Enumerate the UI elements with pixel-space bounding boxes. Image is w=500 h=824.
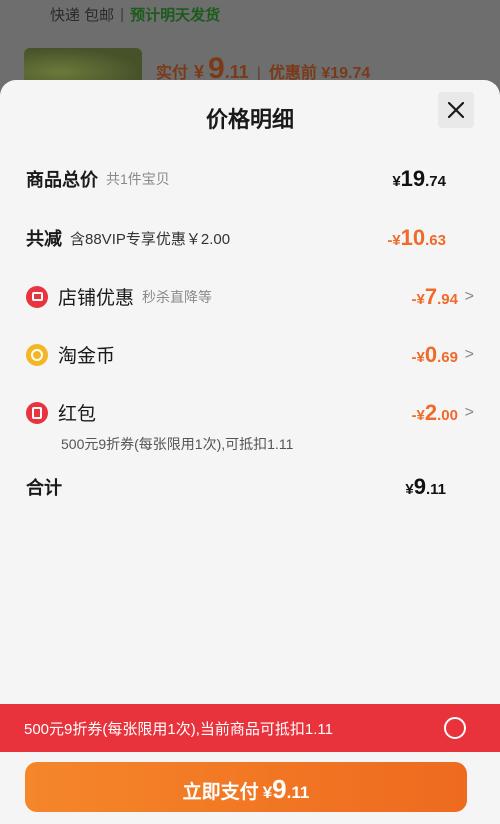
pay-dec: .11 <box>286 783 310 802</box>
discount-amount: -¥ 10 .63 <box>387 225 446 251</box>
row-total-price: 商品总价 共1件宝贝 ¥ 19 .74 <box>26 166 474 192</box>
discount-sub: 含88VIP专享优惠￥2.00 <box>70 230 231 248</box>
redpacket-detail: 500元9折券(每张限用1次),可抵扣1.11 <box>61 436 294 452</box>
total-currency: ¥ <box>392 173 401 190</box>
discount-label: 共减 <box>26 229 62 249</box>
shipping-separator: | <box>120 6 125 23</box>
close-button[interactable] <box>438 92 474 128</box>
coin-currency: -¥ <box>411 348 425 366</box>
total-int: 19 <box>400 166 426 191</box>
row-taojinbi[interactable]: 淘金币 -¥ 0 .69 > <box>26 341 474 368</box>
pay-int: 9 <box>272 774 287 804</box>
redpacket-int: 2 <box>424 399 438 425</box>
sum-amount: ¥ 9 .11 <box>405 474 446 500</box>
row-shop-discount[interactable]: 店铺优惠 秒杀直降等 -¥ 7 .94 > <box>26 283 474 310</box>
shop-int: 7 <box>424 283 438 309</box>
redpacket-label: 红包 <box>58 404 97 425</box>
shop-coupon-icon <box>26 285 48 308</box>
promo-text: 500元9折券(每张限用1次),当前商品可抵扣1.11 <box>24 720 333 738</box>
sum-label: 合计 <box>26 478 62 498</box>
coupon-promo-bar[interactable]: 500元9折券(每张限用1次),当前商品可抵扣1.11 <box>0 704 500 752</box>
total-sub: 共1件宝贝 <box>106 171 170 187</box>
row-red-packet[interactable]: 红包 -¥ 2 .00 > <box>26 399 474 426</box>
sheet-title: 价格明细 <box>205 107 294 132</box>
shop-currency: -¥ <box>411 290 425 308</box>
red-packet-icon <box>26 401 48 424</box>
shop-label: 店铺优惠 <box>58 288 135 309</box>
pay-label: 立即支付 <box>182 782 259 803</box>
row-sum: 合计 ¥ 9 .11 <box>26 474 474 500</box>
coin-int: 0 <box>424 341 438 367</box>
close-icon <box>447 101 465 119</box>
chevron-right-icon: > <box>464 345 474 363</box>
shipping-info: 快递 包邮 | 预计明天发货 <box>50 4 220 25</box>
chevron-right-icon: > <box>464 287 474 305</box>
redpacket-amount: -¥ 2 .00 <box>412 400 458 426</box>
coin-dec: .69 <box>437 348 458 366</box>
chevron-right-icon: > <box>464 403 474 421</box>
discount-dec: .63 <box>425 232 446 249</box>
shop-dec: .94 <box>437 290 458 308</box>
shipping-label: 快递 包邮 <box>50 7 115 24</box>
sum-int: 9 <box>413 474 426 499</box>
pay-currency: ¥ <box>262 783 273 802</box>
redpacket-dec: .00 <box>437 406 458 424</box>
coin-amount: -¥ 0 .69 <box>412 342 458 368</box>
ship-time: 预计明天发货 <box>130 7 221 24</box>
pay-now-button[interactable]: 立即支付 ¥ 9 .11 <box>25 762 467 812</box>
taojinbi-icon <box>26 343 48 366</box>
total-dec: .74 <box>425 173 446 190</box>
coupon-radio-toggle[interactable] <box>444 717 466 739</box>
sum-currency: ¥ <box>405 481 414 498</box>
discount-currency: -¥ <box>387 232 401 249</box>
total-label: 商品总价 <box>26 170 98 190</box>
coin-label: 淘金币 <box>58 346 116 367</box>
sum-dec: .11 <box>425 481 446 498</box>
redpacket-currency: -¥ <box>411 406 425 424</box>
shop-amount: -¥ 7 .94 <box>412 284 458 310</box>
row-discount: 共减 含88VIP专享优惠￥2.00 -¥ 10 .63 <box>26 225 474 251</box>
total-amount: ¥ 19 .74 <box>392 166 446 192</box>
shop-sub: 秒杀直降等 <box>142 288 213 305</box>
discount-int: 10 <box>400 225 426 250</box>
